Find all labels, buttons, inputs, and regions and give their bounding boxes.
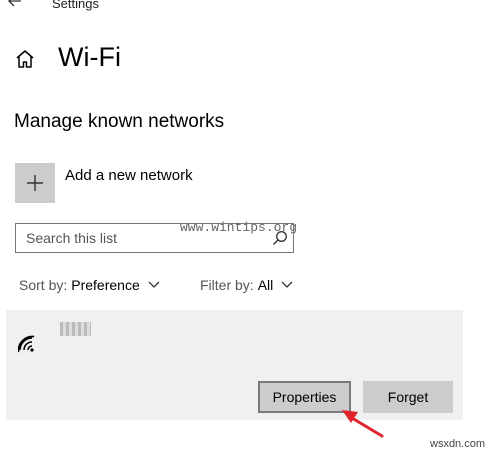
annotation-arrow-icon: [342, 410, 384, 438]
filter-value: All: [257, 277, 274, 293]
window-title: Settings: [52, 0, 99, 11]
wifi-icon: [18, 335, 35, 353]
home-icon[interactable]: [14, 48, 36, 70]
section-title: Manage known networks: [14, 111, 225, 132]
back-arrow-icon[interactable]: [8, 0, 22, 8]
sort-value: Preference: [71, 277, 140, 293]
page-title: Wi-Fi: [58, 42, 121, 72]
chevron-down-icon: [148, 281, 160, 288]
chevron-down-icon: [281, 281, 293, 288]
filter-dropdown[interactable]: Filter by: All: [200, 277, 293, 293]
add-network-label[interactable]: Add a new network: [65, 167, 193, 184]
network-name-redacted: [60, 322, 91, 336]
add-network-button[interactable]: [15, 163, 55, 203]
filter-label: Filter by:: [200, 277, 254, 293]
sort-label: Sort by:: [19, 277, 68, 293]
plus-icon: [27, 175, 43, 191]
watermark-corner: wsxdn.com: [430, 438, 486, 450]
watermark-site: www.wintips.org: [180, 220, 298, 235]
sort-dropdown[interactable]: Sort by: Preference: [19, 277, 160, 293]
